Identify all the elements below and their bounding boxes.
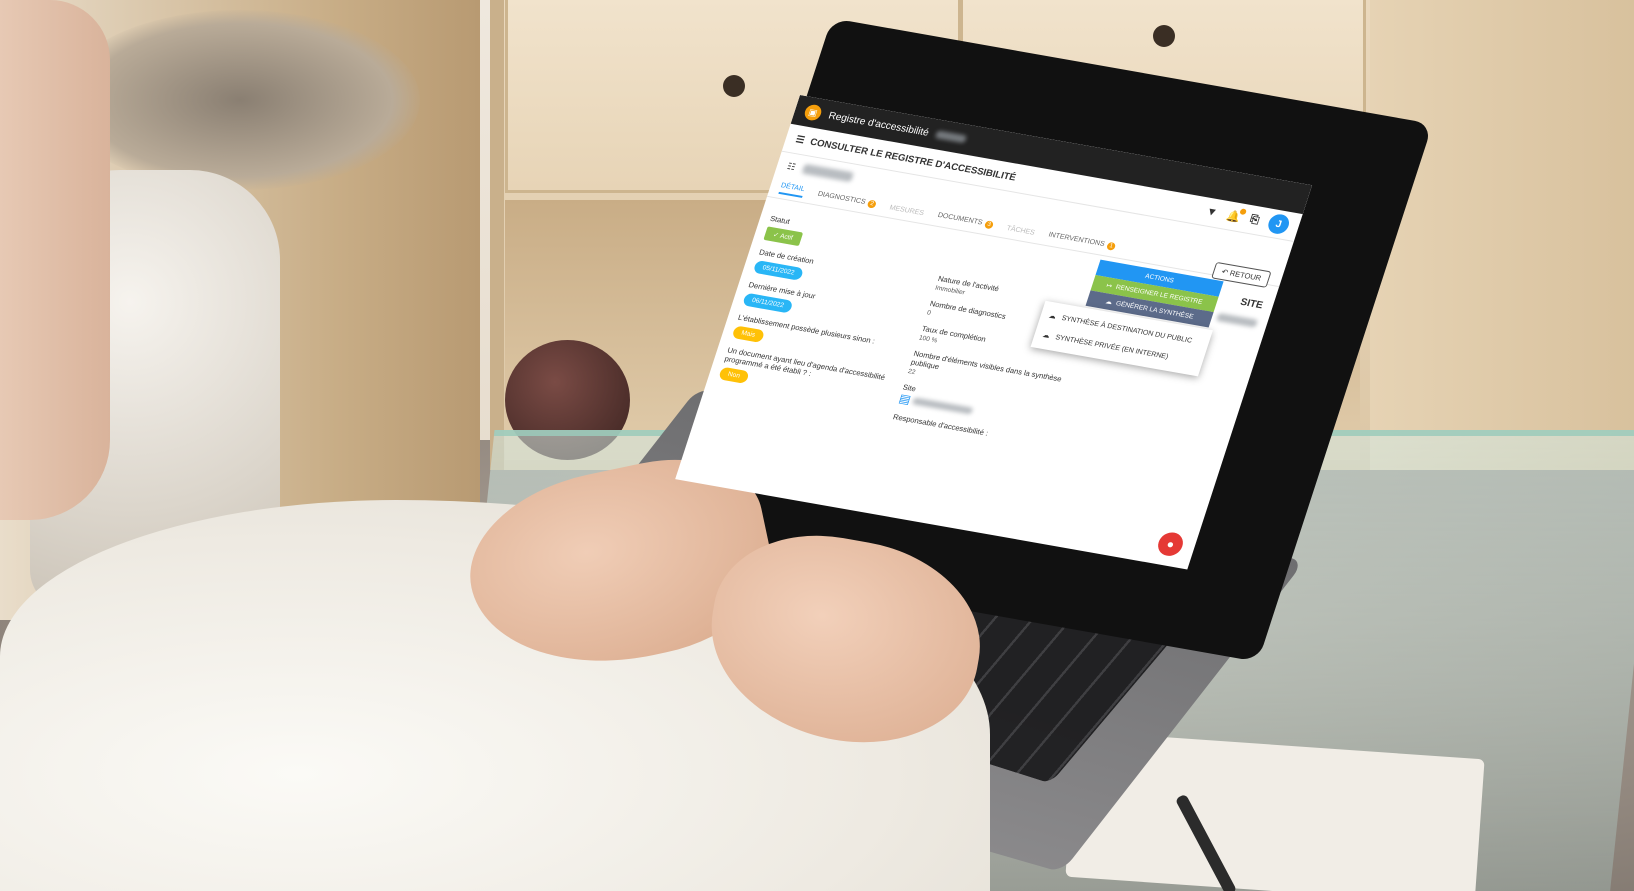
drawer-knob (723, 75, 745, 97)
sinon-label: L'établissement possède plusieurs sinon … (736, 312, 877, 346)
notification-bell-icon[interactable]: 🔔 (1225, 207, 1248, 224)
tab-taches[interactable]: Tâches (1006, 225, 1036, 237)
drawer-knob (1153, 25, 1175, 47)
enter-icon: ↦ (1105, 282, 1113, 290)
redacted-site-name (1216, 312, 1258, 328)
update-date-chip: 06/11/2022 (742, 292, 794, 314)
redacted-text (935, 130, 968, 144)
tab-label: Mesures (888, 203, 925, 217)
tab-count-badge: 3 (983, 220, 995, 230)
tab-diagnostics[interactable]: Diagnostics 2 (816, 190, 878, 209)
tab-mesures[interactable]: Mesures (889, 204, 925, 217)
cloud-icon: ☁ (1104, 298, 1114, 307)
logout-icon[interactable]: ⎘ (1248, 213, 1261, 227)
sinon-chip: Mais (731, 325, 765, 343)
filter-icon[interactable]: ▼ (1205, 206, 1219, 219)
site-heading: SITE (1238, 296, 1265, 312)
person-head (0, 0, 110, 520)
cloud-download-icon: ☁ (1041, 331, 1051, 340)
agenda-chip: Non (718, 366, 750, 384)
tab-label: Interventions (1047, 231, 1106, 248)
agenda-label: Un document ayant lieu d'agenda d'access… (723, 345, 887, 382)
statut-badge: ✓ Actif (763, 226, 803, 247)
chat-help-button[interactable]: ● (1154, 530, 1187, 558)
redacted-establishment-name (801, 163, 855, 183)
tab-count-badge: 2 (866, 199, 878, 209)
tab-count-badge: 1 (1105, 241, 1117, 251)
tab-label: Documents (936, 211, 984, 227)
list-icon[interactable]: ☷ (786, 161, 797, 173)
responsable-label: Responsable d'accessibilité : (891, 412, 990, 438)
avatar[interactable]: J (1265, 212, 1292, 236)
notification-badge (1239, 207, 1248, 215)
tab-documents[interactable]: Documents 3 (936, 211, 995, 230)
menu-icon[interactable]: ☰ (794, 134, 806, 146)
app-logo-icon: ▣ (802, 103, 824, 122)
document-icon[interactable]: ▤ (897, 391, 913, 406)
tab-label: Tâches (1005, 224, 1036, 237)
tab-label: Diagnostics (816, 190, 867, 206)
tab-detail[interactable]: Détail (778, 182, 806, 198)
creation-date-chip: 05/11/2022 (752, 260, 805, 281)
chat-bubble-icon: ● (1164, 536, 1177, 552)
cloud-download-icon: ☁ (1047, 312, 1057, 321)
tab-label: Détail (779, 182, 806, 194)
right-cabinet (1370, 0, 1634, 470)
pampas-grass (60, 10, 420, 190)
